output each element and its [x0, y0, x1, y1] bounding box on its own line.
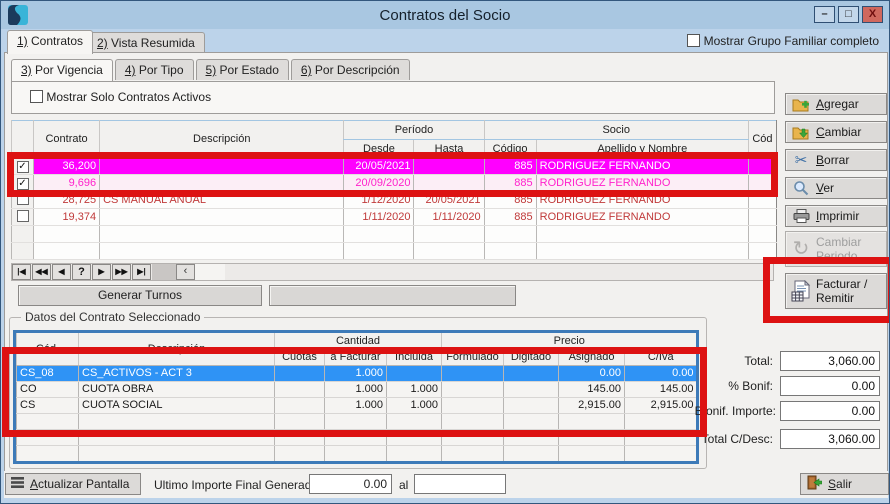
bonif-pct-field[interactable]: 0.00 [780, 376, 880, 396]
annotation-rectangle-rows [7, 152, 778, 197]
scrollbar-track[interactable] [195, 264, 225, 280]
cell-descripcion [100, 209, 344, 226]
ultimo-importe-label: Ultimo Importe Final Generado: [154, 478, 321, 492]
cell-desde: 1/11/2020 [344, 209, 414, 226]
nav-first-button[interactable]: |◀ [12, 264, 31, 280]
ver-label: Ver [816, 181, 834, 195]
cell-hasta: 1/11/2020 [414, 209, 484, 226]
contract-row[interactable]: 19,374 1/11/2020 1/11/2020 885 RODRIGUEZ… [12, 209, 777, 226]
active-contracts-checkbox[interactable] [30, 90, 43, 103]
row-checkbox[interactable] [17, 210, 29, 222]
annotation-rectangle-detail [2, 347, 707, 437]
total-cdesc-field[interactable]: 3,060.00 [780, 429, 880, 449]
blank-button[interactable] [269, 285, 516, 306]
actualizar-pantalla-label: Actualizar Pantalla [30, 477, 129, 491]
app-window: Contratos del Socio – □ X 1) Contratos 2… [0, 0, 890, 504]
empty-row [12, 243, 777, 260]
tab-vista-resumida[interactable]: 2) Vista Resumida [87, 32, 205, 54]
salir-label: Salir [828, 477, 852, 491]
generar-turnos-button[interactable]: Generar Turnos [18, 285, 262, 306]
empty-row [12, 226, 777, 243]
total-field[interactable]: 3,060.00 [780, 351, 880, 371]
actualizar-pantalla-button[interactable]: Actualizar Pantalla [5, 473, 141, 495]
detail-groupbox-title: Datos del Contrato Seleccionado [21, 310, 204, 324]
imprimir-label: Imprimir [816, 209, 859, 223]
subtab-page: Mostrar Solo Contratos Activos [11, 81, 775, 114]
record-navigator: |◀ ◀◀ ◀ ? ▶ ▶▶ ▶| ‹ [11, 263, 774, 281]
subtab-por-descripcion[interactable]: 6) Por Descripción [291, 59, 410, 80]
active-contracts-checkbox-row[interactable]: Mostrar Solo Contratos Activos [30, 90, 211, 104]
col-group-periodo: Período [344, 121, 484, 140]
cell-contrato: 19,374 [34, 209, 100, 226]
magnifier-icon [791, 179, 811, 197]
folder-plus-icon [791, 95, 811, 113]
scissors-icon: ✂ [791, 151, 811, 169]
cambiar-button[interactable]: Cambiar [785, 121, 887, 143]
subtab-por-tipo[interactable]: 4) Por Tipo [115, 59, 194, 80]
borrar-button[interactable]: ✂ Borrar [785, 149, 887, 171]
list-lines-icon [11, 476, 25, 492]
cambiar-label: Cambiar [816, 125, 861, 139]
subtab-strip: 3) Por Vigencia 4) Por Tipo 5) Por Estad… [11, 59, 412, 81]
folder-arrow-icon [791, 123, 811, 141]
minimize-button[interactable]: – [814, 6, 835, 23]
col-group-socio: Socio [484, 121, 748, 140]
imprimir-button[interactable]: Imprimir [785, 205, 887, 227]
agregar-button[interactable]: Agregar [785, 93, 887, 115]
nav-fast-next-button[interactable]: ▶▶ [112, 264, 131, 280]
family-group-label: Mostrar Grupo Familiar completo [704, 34, 879, 48]
nav-prev-button[interactable]: ◀ [52, 264, 71, 280]
title-bar: Contratos del Socio – □ X [1, 1, 889, 29]
bottom-bar: Actualizar Pantalla Ultimo Importe Final… [4, 471, 888, 498]
nav-help-button[interactable]: ? [72, 264, 91, 280]
nav-last-button[interactable]: ▶| [132, 264, 151, 280]
ver-button[interactable]: Ver [785, 177, 887, 199]
agregar-label: Agregar [816, 97, 859, 111]
cell-cod2 [748, 209, 776, 226]
exit-door-icon [807, 475, 822, 493]
window-title: Contratos del Socio [1, 7, 889, 24]
borrar-label: Borrar [816, 153, 849, 167]
ultimo-importe-field[interactable]: 0.00 [309, 474, 392, 494]
family-group-checkbox-row[interactable]: Mostrar Grupo Familiar completo [687, 34, 879, 48]
nav-next-button[interactable]: ▶ [92, 264, 111, 280]
tab-contratos[interactable]: 1) Contratos [7, 30, 93, 54]
family-group-checkbox[interactable] [687, 34, 700, 47]
scrollbar-thumb[interactable] [152, 264, 176, 280]
maximize-button[interactable]: □ [838, 6, 859, 23]
salir-button[interactable]: Salir [800, 473, 889, 495]
al-field[interactable] [414, 474, 506, 494]
al-label: al [399, 478, 408, 492]
scroll-left-button[interactable]: ‹ [176, 264, 195, 280]
subtab-por-estado[interactable]: 5) Por Estado [196, 59, 289, 80]
nav-fast-prev-button[interactable]: ◀◀ [32, 264, 51, 280]
active-contracts-label: Mostrar Solo Contratos Activos [46, 90, 211, 104]
cell-codigo: 885 [484, 209, 536, 226]
empty-row [17, 445, 697, 461]
annotation-rectangle-facturar [763, 257, 890, 323]
close-button[interactable]: X [862, 6, 883, 23]
bonif-importe-field[interactable]: 0.00 [780, 401, 880, 421]
printer-icon [791, 207, 811, 225]
subtab-por-vigencia[interactable]: 3) Por Vigencia [11, 59, 113, 82]
refresh-icon: ↻ [791, 240, 811, 258]
cell-nombre: RODRIGUEZ FERNANDO [536, 209, 748, 226]
